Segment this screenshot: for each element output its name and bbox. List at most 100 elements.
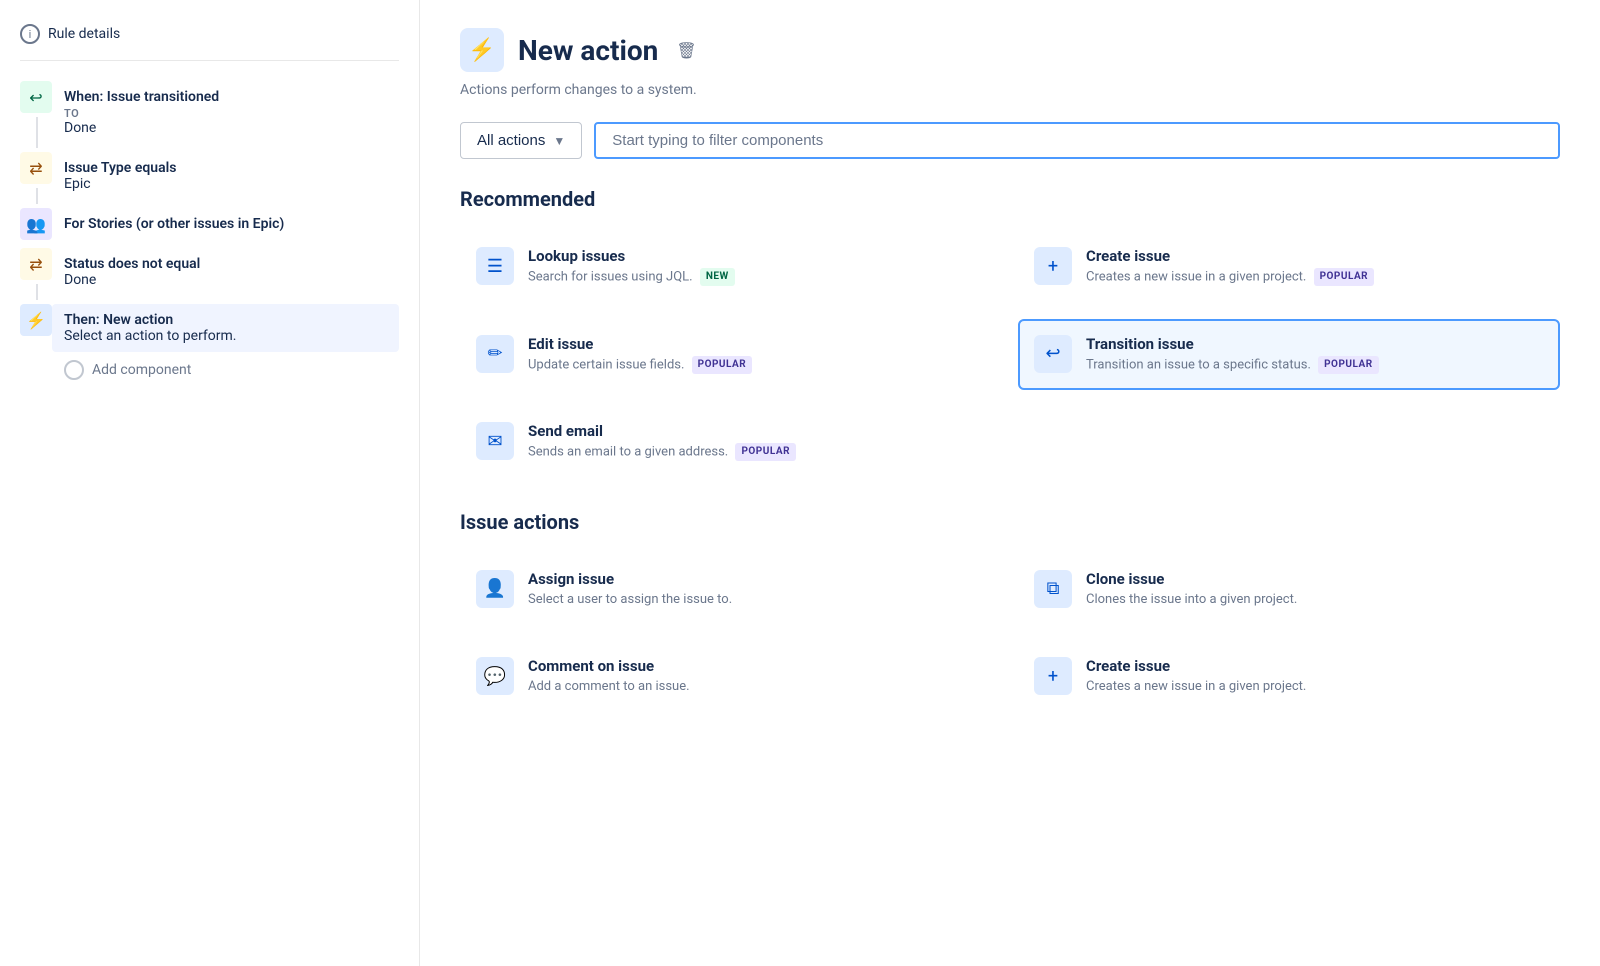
workflow-item-condition2[interactable]: ⇄ Status does not equal Done — [20, 248, 399, 296]
recommended-section-title: Recommended — [460, 187, 1560, 211]
workflow-icon-then: ⚡ — [20, 304, 52, 336]
action-card-comment-on-issue[interactable]: 💬 Comment on issue Add a comment to an i… — [460, 641, 1002, 712]
action-card-lookup-issues[interactable]: ☰ Lookup issues Search for issues using … — [460, 231, 1002, 303]
action-desc: Transition an issue to a specific status… — [1086, 356, 1544, 375]
workflow-icon-condition2: ⇄ — [20, 248, 52, 280]
delete-icon[interactable]: 🗑 — [676, 41, 696, 60]
action-icon-transition-issue: ↩ — [1034, 335, 1072, 373]
workflow-icon-condition1: ⇄ — [20, 152, 52, 184]
workflow-sublabel: TO — [64, 107, 399, 120]
workflow-value: Done — [64, 120, 399, 136]
action-icon-assign-issue: 👤 — [476, 570, 514, 608]
action-card-create-issue2[interactable]: + Create issue Creates a new issue in a … — [1018, 641, 1560, 712]
add-component-label: Add component — [92, 362, 191, 378]
action-title: Edit issue — [528, 335, 986, 353]
workflow-item-condition1[interactable]: ⇄ Issue Type equals Epic — [20, 152, 399, 200]
add-component-icon — [64, 360, 84, 380]
main-panel: ⚡ New action 🗑 Actions perform changes t… — [420, 0, 1600, 966]
badge-popular: POPULAR — [735, 443, 796, 461]
chevron-down-icon: ▼ — [553, 134, 565, 148]
actions-filter-dropdown[interactable]: All actions ▼ — [460, 122, 582, 159]
workflow-item-for[interactable]: 👥 For Stories (or other issues in Epic) — [20, 208, 399, 240]
workflow-content-then: Then: New action Select an action to per… — [52, 304, 399, 352]
action-card-clone-issue[interactable]: ⧉ Clone issue Clones the issue into a gi… — [1018, 554, 1560, 625]
connector-line — [36, 284, 38, 300]
badge-new: NEW — [700, 268, 735, 286]
action-title: Create issue — [1086, 247, 1544, 265]
dropdown-label: All actions — [477, 132, 545, 149]
workflow-list: ↩ When: Issue transitioned TO Done ⇄ Iss… — [20, 81, 399, 352]
action-body-transition-issue: Transition issue Transition an issue to … — [1086, 335, 1544, 375]
workflow-content-condition1: Issue Type equals Epic — [64, 152, 399, 200]
workflow-row: ⇄ Status does not equal Done — [20, 248, 399, 296]
action-desc: Update certain issue fields. POPULAR — [528, 356, 986, 375]
workflow-row: ↩ When: Issue transitioned TO Done — [20, 81, 399, 144]
action-icon-lookup-issues: ☰ — [476, 247, 514, 285]
rule-details-label: Rule details — [48, 26, 120, 42]
action-body-send-email: Send email Sends an email to a given add… — [528, 422, 986, 462]
action-desc: Creates a new issue in a given project. … — [1086, 268, 1544, 287]
workflow-title: Status does not equal — [64, 256, 399, 272]
page-header: ⚡ New action 🗑 — [460, 28, 1560, 72]
page-header-icon: ⚡ — [460, 28, 504, 72]
workflow-row: ⇄ Issue Type equals Epic — [20, 152, 399, 200]
action-card-create-issue[interactable]: + Create issue Creates a new issue in a … — [1018, 231, 1560, 303]
workflow-item-then[interactable]: ⚡ Then: New action Select an action to p… — [20, 304, 399, 352]
workflow-value: Select an action to perform. — [64, 328, 387, 344]
action-desc: Add a comment to an issue. — [528, 678, 986, 696]
action-body-create-issue: Create issue Creates a new issue in a gi… — [1086, 247, 1544, 287]
action-desc: Creates a new issue in a given project. — [1086, 678, 1544, 696]
issue-actions-section-title: Issue actions — [460, 510, 1560, 534]
workflow-item-when[interactable]: ↩ When: Issue transitioned TO Done — [20, 81, 399, 144]
workflow-content-when: When: Issue transitioned TO Done — [64, 81, 399, 144]
action-icon-create-issue2: + — [1034, 657, 1072, 695]
workflow-icon-for: 👥 — [20, 208, 52, 240]
page-subtitle: Actions perform changes to a system. — [460, 82, 1560, 98]
rule-details[interactable]: i Rule details — [20, 24, 399, 61]
action-card-assign-issue[interactable]: 👤 Assign issue Select a user to assign t… — [460, 554, 1002, 625]
workflow-content-condition2: Status does not equal Done — [64, 248, 399, 296]
badge-popular: POPULAR — [1314, 268, 1375, 286]
filter-bar: All actions ▼ — [460, 122, 1560, 159]
search-input[interactable] — [594, 122, 1560, 159]
action-body-comment-on-issue: Comment on issue Add a comment to an iss… — [528, 657, 986, 696]
action-desc: Select a user to assign the issue to. — [528, 591, 986, 609]
workflow-value: Done — [64, 272, 399, 288]
badge-popular: POPULAR — [692, 356, 753, 374]
action-title: Clone issue — [1086, 570, 1544, 588]
action-desc: Search for issues using JQL. NEW — [528, 268, 986, 287]
action-body-assign-issue: Assign issue Select a user to assign the… — [528, 570, 986, 609]
workflow-row: ⚡ Then: New action Select an action to p… — [20, 304, 399, 352]
action-card-transition-issue[interactable]: ↩ Transition issue Transition an issue t… — [1018, 319, 1560, 391]
action-title: Comment on issue — [528, 657, 986, 675]
workflow-title: When: Issue transitioned — [64, 89, 399, 105]
action-icon-create-issue: + — [1034, 247, 1072, 285]
action-desc: Clones the issue into a given project. — [1086, 591, 1544, 609]
action-title: Transition issue — [1086, 335, 1544, 353]
page-title: New action — [518, 34, 658, 67]
action-card-edit-issue[interactable]: ✏ Edit issue Update certain issue fields… — [460, 319, 1002, 391]
action-title: Create issue — [1086, 657, 1544, 675]
action-icon-edit-issue: ✏ — [476, 335, 514, 373]
workflow-icon-when: ↩ — [20, 81, 52, 113]
action-icon-clone-issue: ⧉ — [1034, 570, 1072, 608]
action-desc: Sends an email to a given address. POPUL… — [528, 443, 986, 462]
workflow-title: Issue Type equals — [64, 160, 399, 176]
action-card-send-email[interactable]: ✉ Send email Sends an email to a given a… — [460, 406, 1002, 478]
connector-line — [36, 117, 38, 148]
action-title: Assign issue — [528, 570, 986, 588]
workflow-content-for: For Stories (or other issues in Epic) — [64, 208, 399, 240]
action-title: Lookup issues — [528, 247, 986, 265]
connector-line — [36, 188, 38, 204]
add-component-button[interactable]: Add component — [64, 360, 399, 380]
action-body-clone-issue: Clone issue Clones the issue into a give… — [1086, 570, 1544, 609]
action-body-lookup-issues: Lookup issues Search for issues using JQ… — [528, 247, 986, 287]
workflow-row: 👥 For Stories (or other issues in Epic) — [20, 208, 399, 240]
sidebar: i Rule details ↩ When: Issue transitione… — [0, 0, 420, 966]
recommended-cards-grid: ☰ Lookup issues Search for issues using … — [460, 231, 1560, 478]
action-body-edit-issue: Edit issue Update certain issue fields. … — [528, 335, 986, 375]
issue-actions-cards-grid: 👤 Assign issue Select a user to assign t… — [460, 554, 1560, 712]
action-title: Send email — [528, 422, 986, 440]
workflow-title: Then: New action — [64, 312, 387, 328]
action-icon-comment-on-issue: 💬 — [476, 657, 514, 695]
